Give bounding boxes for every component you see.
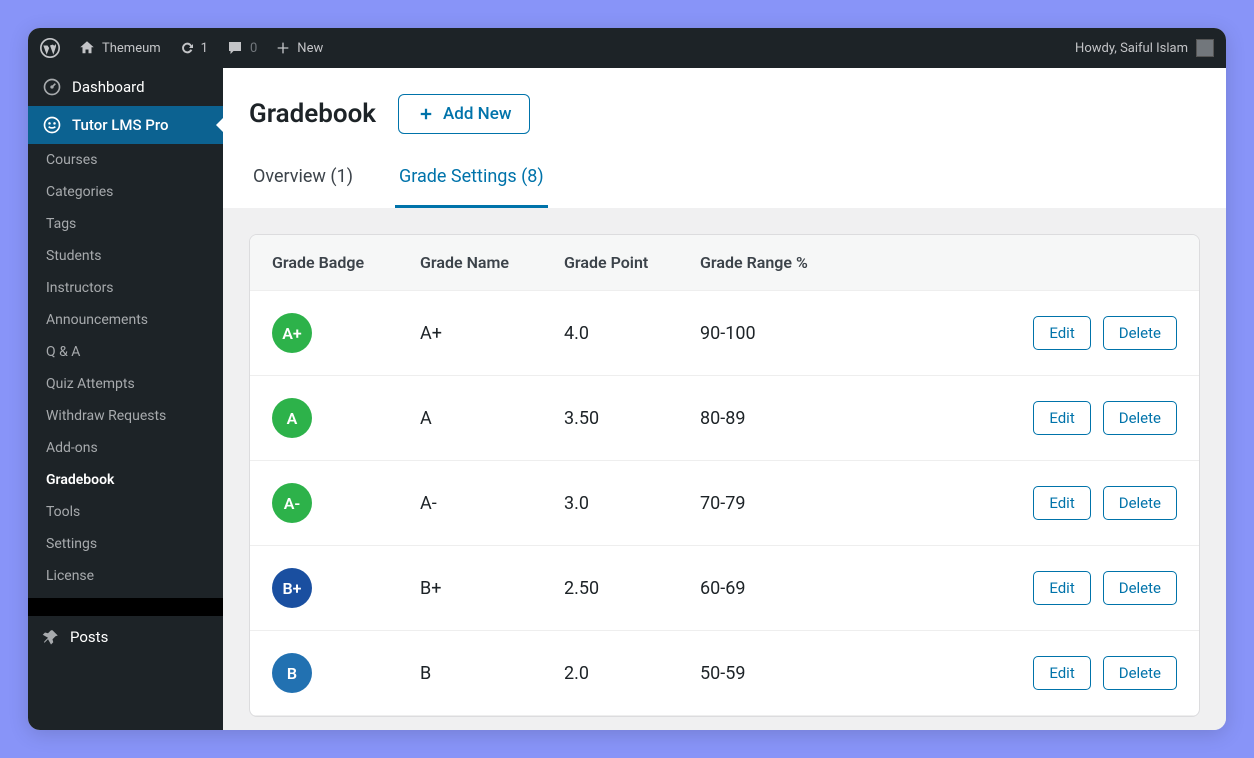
menu-separator <box>28 598 223 616</box>
main-content: Gradebook Add New Overview (1) Grade Set… <box>223 68 1226 730</box>
grade-badge: A+ <box>272 313 312 353</box>
comment-icon <box>226 39 244 57</box>
wp-logo[interactable] <box>40 38 60 58</box>
site-link[interactable]: Themeum <box>78 39 161 57</box>
table-header: Grade Badge Grade Name Grade Point Grade… <box>250 235 1199 291</box>
grade-range: 90-100 <box>700 323 1033 344</box>
plus-icon <box>417 105 435 123</box>
grade-name: B+ <box>420 578 564 599</box>
delete-button[interactable]: Delete <box>1103 316 1177 350</box>
sidebar-item-tutor-lms[interactable]: Tutor LMS Pro <box>28 106 223 144</box>
site-name: Themeum <box>102 41 161 56</box>
content-header: Gradebook Add New Overview (1) Grade Set… <box>223 68 1226 208</box>
grade-point: 3.50 <box>564 408 700 429</box>
grade-badge: A- <box>272 483 312 523</box>
tutor-lms-icon <box>42 115 62 135</box>
grade-range: 70-79 <box>700 493 1033 514</box>
comments-count: 0 <box>250 41 257 56</box>
grade-name: A+ <box>420 323 564 344</box>
table-row: AA3.5080-89EditDelete <box>250 376 1199 461</box>
table-row: A+A+4.090-100EditDelete <box>250 291 1199 376</box>
refresh-icon <box>179 40 195 56</box>
dashboard-icon <box>42 77 62 97</box>
grade-name: A <box>420 408 564 429</box>
delete-button[interactable]: Delete <box>1103 486 1177 520</box>
table-row: A-A-3.070-79EditDelete <box>250 461 1199 546</box>
table-row: B+B+2.5060-69EditDelete <box>250 546 1199 631</box>
app-window: Themeum 1 0 New Howdy, Saiful Islam <box>28 28 1226 730</box>
sidebar-item-categories[interactable]: Categories <box>28 176 223 208</box>
grade-point: 2.50 <box>564 578 700 599</box>
sidebar-item-tags[interactable]: Tags <box>28 208 223 240</box>
pin-icon <box>42 628 60 646</box>
sidebar-item-label: Posts <box>70 628 108 646</box>
plus-icon <box>275 40 291 56</box>
sidebar-submenu: Courses Categories Tags Students Instruc… <box>28 144 223 592</box>
sidebar-item-qa[interactable]: Q & A <box>28 336 223 368</box>
edit-button[interactable]: Edit <box>1033 486 1090 520</box>
tabs: Overview (1) Grade Settings (8) <box>249 166 1200 208</box>
sidebar-item-gradebook[interactable]: Gradebook <box>28 464 223 496</box>
grade-badge: B+ <box>272 568 312 608</box>
grade-range: 80-89 <box>700 408 1033 429</box>
sidebar-item-tools[interactable]: Tools <box>28 496 223 528</box>
grade-point: 3.0 <box>564 493 700 514</box>
sidebar-item-quiz-attempts[interactable]: Quiz Attempts <box>28 368 223 400</box>
sidebar-item-addons[interactable]: Add-ons <box>28 432 223 464</box>
grade-range: 60-69 <box>700 578 1033 599</box>
avatar-icon <box>1196 39 1214 57</box>
sidebar-item-license[interactable]: License <box>28 560 223 592</box>
delete-button[interactable]: Delete <box>1103 401 1177 435</box>
updates-count: 1 <box>201 41 208 56</box>
tab-overview[interactable]: Overview (1) <box>249 166 357 208</box>
delete-button[interactable]: Delete <box>1103 656 1177 690</box>
new-label: New <box>297 41 323 56</box>
sidebar-item-students[interactable]: Students <box>28 240 223 272</box>
wordpress-icon <box>40 38 60 58</box>
sidebar-item-settings[interactable]: Settings <box>28 528 223 560</box>
sidebar-item-posts[interactable]: Posts <box>28 616 223 658</box>
edit-button[interactable]: Edit <box>1033 401 1090 435</box>
grade-range: 50-59 <box>700 663 1033 684</box>
edit-button[interactable]: Edit <box>1033 571 1090 605</box>
new-link[interactable]: New <box>275 40 323 56</box>
grade-badge: A <box>272 398 312 438</box>
edit-button[interactable]: Edit <box>1033 656 1090 690</box>
grade-name: B <box>420 663 564 684</box>
add-new-label: Add New <box>443 104 511 124</box>
grade-point: 2.0 <box>564 663 700 684</box>
edit-button[interactable]: Edit <box>1033 316 1090 350</box>
page-title: Gradebook <box>249 99 376 129</box>
home-icon <box>78 39 96 57</box>
grade-point: 4.0 <box>564 323 700 344</box>
comments-link[interactable]: 0 <box>226 39 257 57</box>
sidebar-item-courses[interactable]: Courses <box>28 144 223 176</box>
sidebar-item-label: Tutor LMS Pro <box>72 116 168 134</box>
howdy-text: Howdy, Saiful Islam <box>1075 41 1188 56</box>
th-name: Grade Name <box>420 253 564 272</box>
sidebar-item-instructors[interactable]: Instructors <box>28 272 223 304</box>
admin-sidebar: Dashboard Tutor LMS Pro Courses Categori… <box>28 68 223 730</box>
tab-grade-settings[interactable]: Grade Settings (8) <box>395 166 548 208</box>
add-new-button[interactable]: Add New <box>398 94 530 134</box>
admin-bar: Themeum 1 0 New Howdy, Saiful Islam <box>28 28 1226 68</box>
grades-table: Grade Badge Grade Name Grade Point Grade… <box>249 234 1200 717</box>
th-range: Grade Range % <box>700 253 1177 272</box>
sidebar-item-dashboard[interactable]: Dashboard <box>28 68 223 106</box>
sidebar-item-label: Dashboard <box>72 78 145 96</box>
sidebar-item-announcements[interactable]: Announcements <box>28 304 223 336</box>
table-row: BB2.050-59EditDelete <box>250 631 1199 716</box>
grade-name: A- <box>420 493 564 514</box>
th-point: Grade Point <box>564 253 700 272</box>
account-link[interactable]: Howdy, Saiful Islam <box>1075 39 1214 57</box>
updates-link[interactable]: 1 <box>179 40 208 56</box>
sidebar-item-withdraw[interactable]: Withdraw Requests <box>28 400 223 432</box>
th-badge: Grade Badge <box>272 253 420 272</box>
grade-badge: B <box>272 653 312 693</box>
delete-button[interactable]: Delete <box>1103 571 1177 605</box>
